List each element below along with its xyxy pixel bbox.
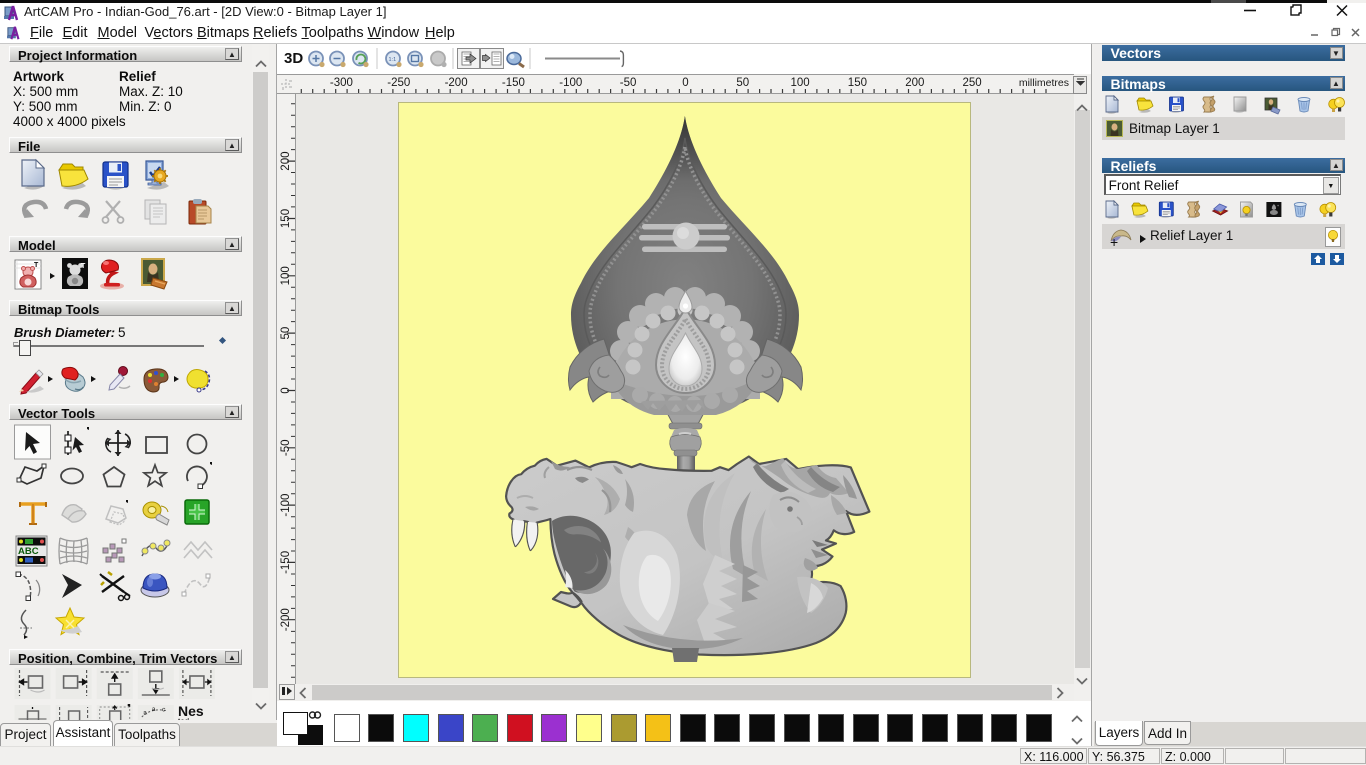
svg-text:T: T <box>34 262 39 269</box>
svg-text:-200: -200 <box>445 77 468 89</box>
svg-text:a: a <box>152 706 156 713</box>
svg-text:250: 250 <box>963 77 982 89</box>
svg-text:-300: -300 <box>330 77 353 89</box>
svg-text:-250: -250 <box>387 77 410 89</box>
svg-text:ABC: ABC <box>18 546 39 557</box>
svg-text:1:1: 1:1 <box>389 57 397 63</box>
svg-text:150: 150 <box>848 77 867 89</box>
svg-text:millimetres: millimetres <box>1019 77 1069 89</box>
svg-text:T: T <box>81 263 86 270</box>
svg-text:100: 100 <box>791 77 810 89</box>
svg-text:200: 200 <box>905 77 924 89</box>
svg-text:50: 50 <box>736 77 749 89</box>
svg-text:3D: 3D <box>284 50 303 67</box>
svg-text:-50: -50 <box>620 77 637 89</box>
svg-text:0: 0 <box>682 77 688 89</box>
svg-text:-150: -150 <box>502 77 525 89</box>
svg-text:-100: -100 <box>559 77 582 89</box>
